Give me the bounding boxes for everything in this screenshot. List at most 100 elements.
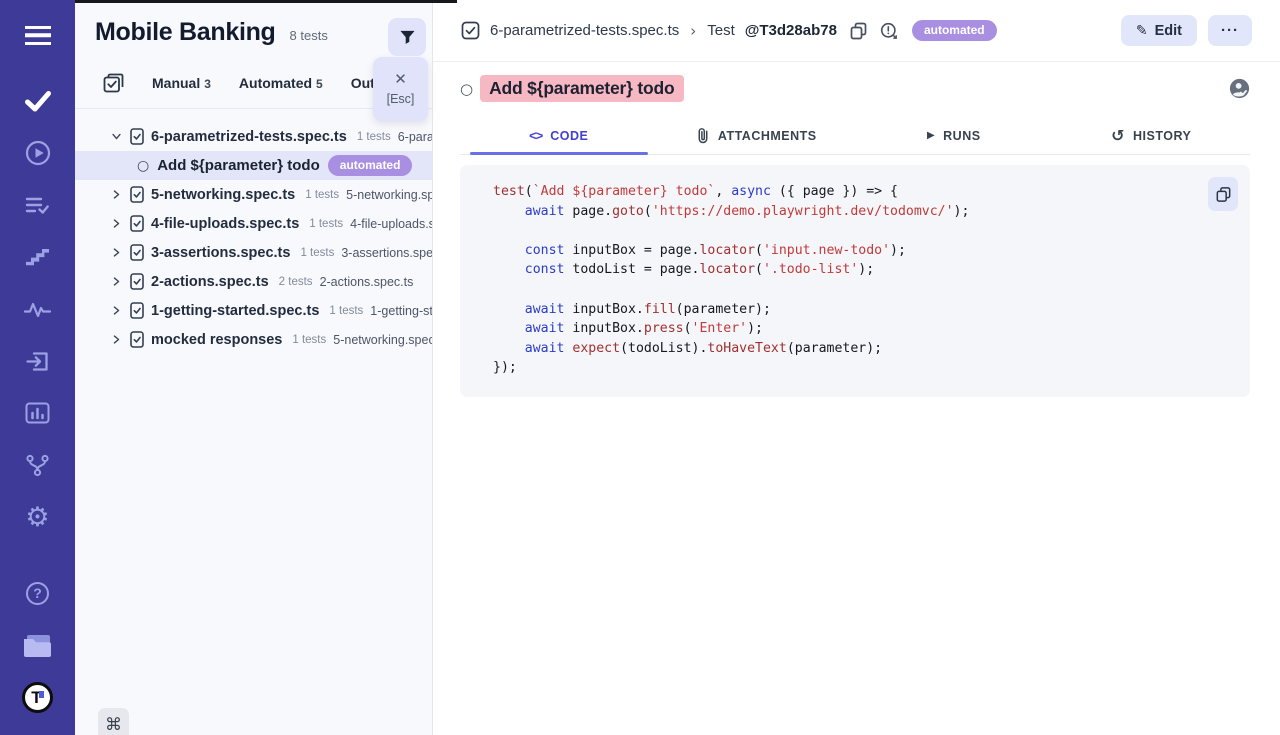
chevron-right-icon[interactable] (111, 218, 123, 229)
spec-file-icon (130, 302, 144, 319)
code-line: test(`Add ${parameter} todo`, async ({ p… (493, 182, 1230, 202)
tab-automated[interactable]: Automated5 (239, 75, 323, 91)
spec-file-path: 4-file-uploads.spec.ts (350, 217, 432, 231)
tab-automated-count: 5 (316, 77, 323, 91)
chevron-down-icon[interactable] (111, 131, 123, 142)
icon-rail: ⚙ ? T (0, 0, 75, 735)
assignee-avatar[interactable] (1229, 78, 1250, 99)
spec-test-count: 1 tests (300, 247, 334, 259)
chevron-right-icon[interactable] (111, 334, 123, 345)
copy-code-button[interactable] (1208, 177, 1238, 211)
tree-row-networking[interactable]: 5-networking.spec.ts 1 tests 5-networkin… (75, 180, 432, 209)
tab-attachments-label: ATTACHMENTS (718, 129, 817, 143)
spec-file-icon (130, 186, 144, 203)
tree-row-assertions[interactable]: 3-assertions.spec.ts 1 tests 3-assertion… (75, 238, 432, 267)
code-line: const todoList = page.locator('.todo-lis… (493, 260, 1230, 280)
code-block: test(`Add ${parameter} todo`, async ({ p… (460, 165, 1250, 397)
spec-name: 2-actions.spec.ts (151, 274, 269, 290)
spec-test-count: 1 tests (292, 334, 326, 346)
test-page-title: Add ${parameter} todo (480, 75, 683, 102)
detail-tabs: <> CODE ATTACHMENTS ▶ RUNS ↺ HISTORY (460, 117, 1250, 155)
tab-attachments[interactable]: ATTACHMENTS (658, 117, 856, 154)
pulse-icon[interactable] (0, 294, 75, 324)
test-status-circle-icon: ○ (137, 159, 149, 173)
tab-history[interactable]: ↺ HISTORY (1053, 117, 1251, 154)
tree-test-row-selected[interactable]: ○ Add ${parameter} todo automated (75, 151, 432, 180)
sync-status-icon[interactable] (880, 22, 898, 40)
chevron-right-icon[interactable] (111, 247, 123, 258)
tests-panel: Mobile Banking 8 tests ✕ [Esc] Manual3 A… (75, 0, 433, 735)
filter-button[interactable] (388, 18, 426, 56)
menu-icon[interactable] (0, 20, 75, 50)
spec-tree: 6-parametrized-tests.spec.ts 1 tests 6-p… (75, 109, 432, 354)
code-line (493, 280, 1230, 300)
spec-file-path: 6-parametrized-tests.spec.ts (398, 130, 432, 144)
code-line: const inputBox = page.locator('input.new… (493, 241, 1230, 261)
code-line: await inputBox.fill(parameter); (493, 300, 1230, 320)
spec-file-path: 2-actions.spec.ts (320, 275, 414, 289)
chevron-right-icon[interactable] (111, 189, 123, 200)
more-actions-button[interactable]: ··· (1208, 15, 1252, 46)
test-status-circle-icon[interactable]: ○ (460, 80, 473, 98)
paperclip-icon (696, 127, 710, 145)
tab-outdated[interactable]: Out (351, 75, 375, 91)
spec-name: 4-file-uploads.spec.ts (151, 216, 299, 232)
spec-file-path: 5-networking.spec.ts (333, 333, 432, 347)
breadcrumb-entity: Test (707, 22, 735, 39)
list-check-icon[interactable] (0, 190, 75, 220)
command-shortcut-button[interactable]: ⌘ (98, 708, 129, 735)
spec-name: 5-networking.spec.ts (151, 187, 295, 203)
panel-header: Mobile Banking 8 tests (75, 0, 432, 47)
tests-count: 8 tests (290, 28, 328, 43)
topbar-actions: ✎ Edit ··· (1121, 15, 1252, 46)
spec-test-count: 1 tests (305, 189, 339, 201)
chevron-right-icon[interactable] (111, 305, 123, 316)
sign-in-icon[interactable] (0, 346, 75, 376)
copy-id-icon[interactable] (850, 22, 867, 40)
spec-file-icon (130, 215, 144, 232)
bar-chart-icon[interactable] (0, 398, 75, 428)
branch-icon[interactable] (0, 450, 75, 480)
chevron-right-icon[interactable] (111, 276, 123, 287)
code-line: await page.goto('https://demo.playwright… (493, 202, 1230, 222)
close-icon[interactable]: ✕ (394, 72, 407, 87)
tree-row-mocked-responses[interactable]: mocked responses 1 tests 5-networking.sp… (75, 325, 432, 354)
tab-code[interactable]: <> CODE (460, 117, 658, 154)
code-lines: test(`Add ${parameter} todo`, async ({ p… (493, 182, 1230, 378)
tree-row-parametrized[interactable]: 6-parametrized-tests.spec.ts 1 tests 6-p… (75, 122, 432, 151)
spec-name: mocked responses (151, 332, 282, 348)
screen-top-edge (75, 0, 457, 3)
test-id: @T3d28ab78 (745, 22, 837, 39)
breadcrumb-file[interactable]: 6-parametrized-tests.spec.ts (490, 22, 679, 39)
tree-row-file-uploads[interactable]: 4-file-uploads.spec.ts 1 tests 4-file-up… (75, 209, 432, 238)
tab-outdated-label: Out (351, 75, 375, 91)
test-detail: ○ Add ${parameter} todo <> CODE ATTACHME… (433, 62, 1280, 397)
automated-badge: automated (328, 155, 413, 177)
main-panel: 6-parametrized-tests.spec.ts › Test @T3d… (433, 0, 1280, 735)
folder-icon[interactable] (0, 630, 75, 660)
spec-file-path: 1-getting-started.spec.ts (370, 304, 432, 318)
tree-row-actions[interactable]: 2-actions.spec.ts 2 tests 2-actions.spec… (75, 267, 432, 296)
spec-file-icon (130, 128, 144, 145)
help-icon[interactable]: ? (0, 578, 75, 608)
spec-name: 3-assertions.spec.ts (151, 245, 290, 261)
copy-icon (1216, 186, 1231, 203)
tab-manual-count: 3 (204, 77, 211, 91)
select-all-icon[interactable] (103, 73, 124, 93)
tests-check-icon[interactable] (0, 86, 75, 116)
spec-test-count: 1 tests (357, 131, 391, 143)
tree-row-getting-started[interactable]: 1-getting-started.spec.ts 1 tests 1-gett… (75, 296, 432, 325)
spec-name: 1-getting-started.spec.ts (151, 303, 319, 319)
gear-icon[interactable]: ⚙ (0, 502, 75, 532)
tab-manual[interactable]: Manual 3 (152, 75, 211, 91)
tab-manual-label: Manual (152, 75, 200, 91)
tab-runs[interactable]: ▶ RUNS (855, 117, 1053, 154)
code-line: await expect(todoList).toHaveText(parame… (493, 339, 1230, 359)
play-circle-icon[interactable] (0, 138, 75, 168)
logo-accent-square (39, 691, 44, 698)
edit-button[interactable]: ✎ Edit (1121, 15, 1197, 46)
testomatio-logo[interactable]: T (0, 682, 75, 712)
steps-icon[interactable] (0, 242, 75, 272)
code-icon: <> (529, 128, 542, 143)
code-line: }); (493, 358, 1230, 378)
